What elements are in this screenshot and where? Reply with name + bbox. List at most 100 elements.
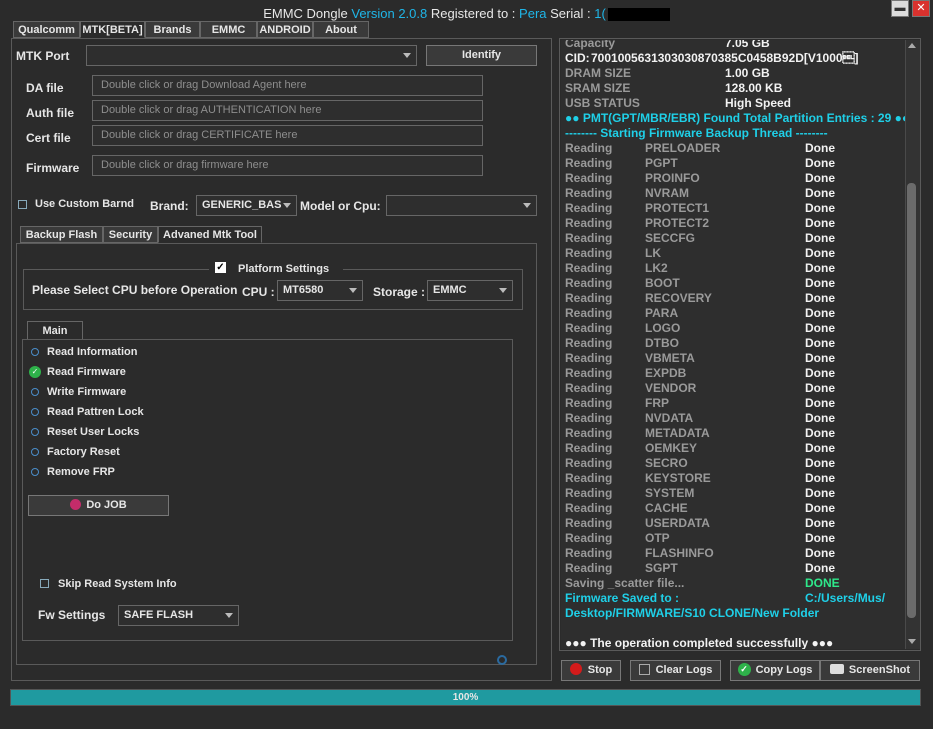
log-partition-row: BOOT: [645, 276, 680, 290]
storage-select[interactable]: EMMC: [427, 280, 513, 301]
log-thread-line: -------- Starting Firmware Backup Thread…: [565, 126, 828, 140]
log-partition-row: Reading: [565, 231, 613, 245]
camera-icon: [829, 664, 844, 675]
progress-label: 100%: [452, 692, 479, 703]
log-partition-row: CACHE: [645, 501, 688, 515]
progress-bar: 100%: [10, 689, 921, 706]
radio-button[interactable]: [31, 428, 39, 436]
log-partition-row: Done: [805, 231, 835, 245]
log-partition-row: OTP: [645, 531, 670, 545]
tab-main[interactable]: Main: [27, 321, 83, 340]
radio-button[interactable]: [31, 388, 39, 396]
cert-file-input[interactable]: Double click or drag CERTIFICATE here: [92, 125, 483, 146]
log-partition-row: Reading: [565, 396, 613, 410]
log-partition-row: Done: [805, 276, 835, 290]
chevron-down-icon: [349, 288, 357, 293]
serial-value: 1(: [594, 6, 606, 21]
registered-label: Registered to :: [430, 6, 516, 21]
log-partition-row: Done: [805, 456, 835, 470]
tab-mtk[interactable]: MTK[BETA]: [80, 21, 145, 38]
log-line: 7001005631303030870385C0458B92D[V1000]: [591, 51, 859, 65]
model-select[interactable]: [386, 195, 537, 216]
log-partition-row: Done: [805, 201, 835, 215]
tab-advanced-mtk-tool[interactable]: Advaned Mtk Tool: [158, 226, 262, 243]
brand-value: GENERIC_BAS: [202, 199, 282, 211]
chevron-down-icon: [523, 203, 531, 208]
tab-qualcomm[interactable]: Qualcomm: [13, 21, 80, 38]
log-partition-row: Reading: [565, 546, 613, 560]
firmware-input[interactable]: Double click or drag firmware here: [92, 155, 483, 176]
log-scrollbar-thumb[interactable]: [907, 183, 916, 618]
log-partition-row: Reading: [565, 306, 613, 320]
log-line: SRAM SIZE: [565, 81, 631, 95]
log-partition-row: Reading: [565, 336, 613, 350]
log-partition-row: LK2: [645, 261, 668, 275]
log-partition-row: Done: [805, 531, 835, 545]
close-button[interactable]: ✕: [912, 0, 930, 17]
log-partition-row: KEYSTORE: [645, 471, 711, 485]
log-partition-row: Done: [805, 501, 835, 515]
radio-button[interactable]: [31, 448, 39, 456]
tab-android[interactable]: ANDROID: [257, 21, 313, 38]
log-line: 1.00 GB: [725, 66, 770, 80]
log-partition-row: Done: [805, 411, 835, 425]
log-partition-row: Done: [805, 441, 835, 455]
log-partition-row: Done: [805, 561, 835, 575]
da-file-input[interactable]: Double click or drag Download Agent here: [92, 75, 483, 96]
scroll-down-icon[interactable]: [908, 639, 916, 644]
tab-about[interactable]: About: [313, 21, 369, 38]
log-partition-row: SYSTEM: [645, 486, 695, 500]
brand-select[interactable]: GENERIC_BAS: [196, 195, 297, 216]
log-saved-line: C:/Users/Mus/: [805, 591, 886, 605]
serial-label: Serial :: [550, 6, 591, 21]
skip-system-info-checkbox[interactable]: [40, 579, 49, 588]
storage-value: EMMC: [433, 284, 467, 296]
scroll-up-icon[interactable]: [908, 43, 916, 48]
clear-logs-button[interactable]: Clear Logs: [630, 660, 721, 681]
cert-file-label: Cert file: [26, 131, 71, 145]
log-partition-row: EXPDB: [645, 366, 687, 380]
custom-brand-label: Use Custom Barnd: [35, 198, 135, 210]
clear-icon: [638, 663, 650, 675]
radio-button[interactable]: [31, 408, 39, 416]
mtk-port-select[interactable]: [86, 45, 417, 66]
tab-brands[interactable]: Brands: [145, 21, 200, 38]
custom-brand-checkbox[interactable]: [18, 200, 27, 209]
radio-button[interactable]: [31, 468, 39, 476]
log-saving-line: Saving _scatter file...: [565, 576, 685, 590]
do-job-button[interactable]: Do JOB: [28, 495, 169, 516]
log-line: CID:: [565, 51, 590, 65]
fw-settings-select[interactable]: SAFE FLASH: [118, 605, 239, 626]
log-partition-row: Done: [805, 306, 835, 320]
log-partition-row: Reading: [565, 441, 613, 455]
platform-settings-checkbox[interactable]: ✓: [215, 262, 226, 273]
firmware-label: Firmware: [26, 161, 80, 175]
screenshot-button[interactable]: ScreenShot: [820, 660, 920, 681]
stop-button[interactable]: Stop: [561, 660, 621, 681]
minimize-button[interactable]: ▬: [891, 0, 909, 17]
log-partition-row: PROTECT1: [645, 201, 710, 215]
log-partition-row: Reading: [565, 486, 613, 500]
tab-security[interactable]: Security: [103, 226, 158, 243]
log-partition-row: LK: [645, 246, 661, 260]
radio-button[interactable]: [31, 348, 39, 356]
copy-logs-button[interactable]: ✓ Copy Logs: [730, 660, 820, 681]
log-line: USB STATUS: [565, 96, 640, 110]
log-partition-row: Done: [805, 426, 835, 440]
auth-file-input[interactable]: Double click or drag AUTHENTICATION here: [92, 100, 483, 121]
log-partition-row: PROTECT2: [645, 216, 710, 230]
log-partition-row: Reading: [565, 471, 613, 485]
log-output[interactable]: Capacity 7.05 GB CID: 700100563130303087038…: [561, 40, 905, 649]
tab-backup-flash[interactable]: Backup Flash: [20, 226, 103, 243]
log-partition-row: RECOVERY: [645, 291, 712, 305]
identify-button[interactable]: Identify: [426, 45, 537, 66]
operation-label: Write Firmware: [47, 386, 127, 398]
stop-label: Stop: [587, 664, 613, 676]
mtk-port-label: MTK Port: [16, 49, 70, 63]
cpu-select[interactable]: MT6580: [277, 280, 363, 301]
fw-settings-value: SAFE FLASH: [124, 609, 194, 621]
check-circle-icon[interactable]: ✓: [29, 366, 41, 378]
chevron-down-icon: [403, 53, 411, 58]
tab-emmc[interactable]: EMMC: [200, 21, 257, 38]
log-partition-row: Reading: [565, 276, 613, 290]
